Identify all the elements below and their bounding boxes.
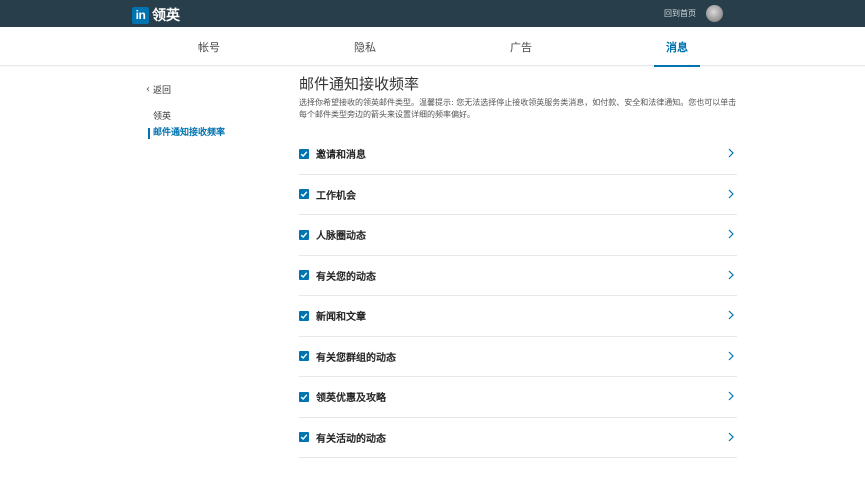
tab-messages[interactable]: 消息	[654, 27, 700, 67]
list-item-label: 领英优惠及攻略	[316, 393, 386, 405]
list-item-label: 人脉圈动态	[316, 231, 366, 243]
back-label: 返回	[153, 86, 172, 96]
brand-name: 领英	[152, 8, 180, 24]
check-icon	[300, 434, 308, 441]
check-icon	[300, 394, 308, 400]
chevron-right-icon[interactable]	[728, 270, 734, 280]
list-item-label: 邀请和消息	[316, 150, 366, 162]
list-item-label: 工作机会	[316, 190, 356, 202]
chevron-right-icon[interactable]	[728, 189, 734, 199]
check-icon	[300, 353, 308, 360]
chevron-right-icon[interactable]	[728, 148, 734, 158]
tab-privacy[interactable]: 隐私	[320, 27, 410, 66]
check-icon	[300, 151, 308, 157]
checkbox[interactable]	[299, 148, 309, 159]
chevron-right-icon[interactable]	[728, 391, 734, 401]
check-icon	[300, 232, 308, 238]
back-to-home-link[interactable]: 回到首页	[664, 8, 696, 19]
page-description: 选择你希望接收的领英邮件类型。温馨提示: 您无法选择停止接收领英服务类消息，如付…	[299, 98, 737, 119]
list-item-label: 有关您的动态	[316, 271, 376, 283]
email-type-list: 邀请和消息 工作机会 人脉圈动态 有关您的动态 新闻和文章 有关您群组的动态 领…	[299, 134, 737, 458]
checkbox[interactable]	[299, 270, 309, 281]
chevron-right-icon[interactable]	[728, 432, 734, 442]
avatar[interactable]	[706, 5, 723, 22]
list-item[interactable]: 新闻和文章	[299, 296, 737, 337]
chevron-right-icon[interactable]	[728, 310, 734, 320]
list-item-label: 有关您群组的动态	[316, 352, 396, 364]
checkbox[interactable]	[299, 189, 309, 200]
chevron-right-icon[interactable]	[728, 351, 734, 361]
list-item[interactable]: 有关您群组的动态	[299, 337, 737, 377]
chevron-right-icon[interactable]	[728, 229, 734, 239]
list-item[interactable]: 有关您的动态	[299, 256, 737, 296]
tab-account[interactable]: 帐号	[164, 27, 254, 66]
checkbox[interactable]	[299, 432, 309, 443]
settings-tab-bar: 帐号 隐私 广告 消息	[0, 27, 865, 67]
check-icon	[300, 272, 308, 279]
list-item[interactable]: 领英优惠及攻略	[299, 377, 737, 418]
list-item[interactable]: 邀请和消息	[299, 134, 737, 175]
list-item-label: 新闻和文章	[316, 312, 366, 324]
checkbox[interactable]	[299, 310, 309, 321]
top-bar: in 领英 回到首页	[0, 0, 865, 27]
back-link[interactable]: ‹ 返回	[146, 83, 171, 96]
list-item[interactable]: 有关活动的动态	[299, 418, 737, 458]
checkbox[interactable]	[299, 391, 309, 402]
check-icon	[300, 313, 308, 319]
list-item[interactable]: 工作机会	[299, 175, 737, 215]
list-item-label: 有关活动的动态	[316, 433, 386, 445]
sidebar-section-label: 领英	[153, 112, 172, 122]
tab-ads[interactable]: 广告	[476, 27, 566, 66]
checkbox[interactable]	[299, 229, 309, 240]
chevron-left-icon: ‹	[146, 84, 150, 95]
check-icon	[300, 191, 308, 198]
page-title: 邮件通知接收频率	[299, 75, 420, 93]
linkedin-logo-icon: in	[132, 6, 149, 24]
linkedin-logo[interactable]: in 领英	[132, 5, 180, 25]
checkbox[interactable]	[299, 351, 309, 362]
list-item[interactable]: 人脉圈动态	[299, 215, 737, 256]
sidebar-item-email-frequency[interactable]: 邮件通知接收频率	[148, 128, 225, 139]
